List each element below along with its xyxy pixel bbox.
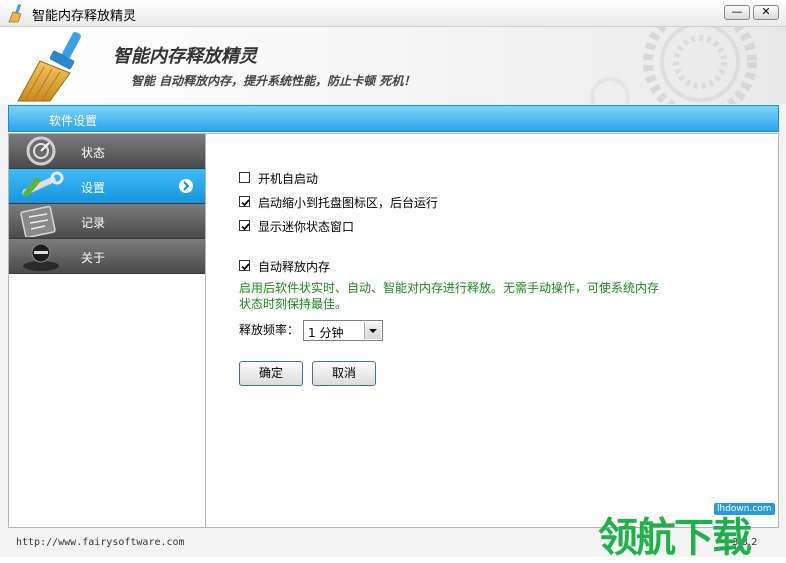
sidebar-item-settings[interactable]: 设置 [9, 169, 205, 204]
minimize-button[interactable]: — [724, 5, 750, 20]
sidebar-item-label: 关于 [81, 251, 106, 265]
frequency-label: 释放频率： [239, 323, 300, 337]
section-bar-label: 软件设置 [49, 114, 98, 128]
auto-release-description: 启用后软件状实时、自动、智能对内存进行释放。无需手动操作，可使系统内存状态时刻保… [239, 281, 660, 311]
frequency-select[interactable]: 1 分钟 [303, 320, 383, 341]
chevron-right-icon [179, 179, 193, 193]
check-icon [241, 263, 250, 271]
auto-release-checkbox[interactable] [239, 260, 250, 271]
close-icon: ✕ [761, 5, 771, 18]
gear-decoration-icon [590, 27, 757, 104]
watermark-logo: 领航下载 lhdown.com [598, 503, 784, 561]
clipboard-icon [20, 205, 56, 237]
sidebar: 状态 设置 记录 关于 [8, 133, 206, 528]
mini-window-checkbox[interactable] [239, 220, 250, 231]
title-bar: 智能内存释放精灵 — ✕ [0, 0, 786, 27]
settings-panel: 开机自启动 启动缩小到托盘图标区，后台运行 显示迷你状态窗口 自动释放内存 启用… [206, 133, 779, 528]
check-icon [241, 223, 250, 231]
window-title: 智能内存释放精灵 [32, 9, 137, 24]
sidebar-item-status[interactable]: 状态 [9, 134, 205, 169]
broom-logo-icon [17, 32, 81, 102]
cancel-button[interactable]: 取消 [312, 361, 376, 386]
startup-label: 开机自启动 [258, 172, 319, 186]
sidebar-item-label: 设置 [81, 181, 106, 195]
tools-icon [22, 171, 64, 197]
watermark-badge: lhdown.com [714, 503, 775, 515]
sidebar-item-records[interactable]: 记录 [9, 204, 205, 239]
auto-release-label: 自动释放内存 [258, 260, 331, 274]
app-header: 智能内存释放精灵 智能 自动释放内存，提升系统性能，防止卡顿 死机！ [0, 27, 786, 104]
tray-label: 启动缩小到托盘图标区，后台运行 [258, 196, 439, 210]
app-window: 智能内存释放精灵 — ✕ 智能内存释放精灵 智能 自动释放内存，提升系统性能，防… [0, 0, 786, 561]
sidebar-item-label: 记录 [81, 216, 106, 230]
minimize-icon: — [731, 5, 743, 18]
dropdown-arrow-icon[interactable] [364, 322, 381, 339]
ninja-icon [23, 243, 59, 271]
section-bar: 软件设置 [8, 105, 779, 132]
header-subtitle: 智能 自动释放内存，提升系统性能，防止卡顿 死机！ [131, 74, 416, 88]
sidebar-item-about[interactable]: 关于 [9, 239, 205, 274]
close-button[interactable]: ✕ [753, 5, 779, 20]
frequency-value: 1 分钟 [308, 326, 344, 340]
tray-checkbox[interactable] [239, 196, 250, 207]
mini-window-label: 显示迷你状态窗口 [258, 220, 355, 234]
check-icon [241, 199, 250, 207]
startup-checkbox[interactable] [239, 172, 250, 183]
gauge-icon [26, 136, 56, 166]
broom-icon [8, 3, 22, 23]
ok-button[interactable]: 确定 [239, 361, 303, 386]
sidebar-item-label: 状态 [81, 146, 106, 160]
header-title: 智能内存释放精灵 [113, 46, 257, 67]
footer-url-link[interactable]: http://www.fairysoftware.com [16, 537, 185, 548]
